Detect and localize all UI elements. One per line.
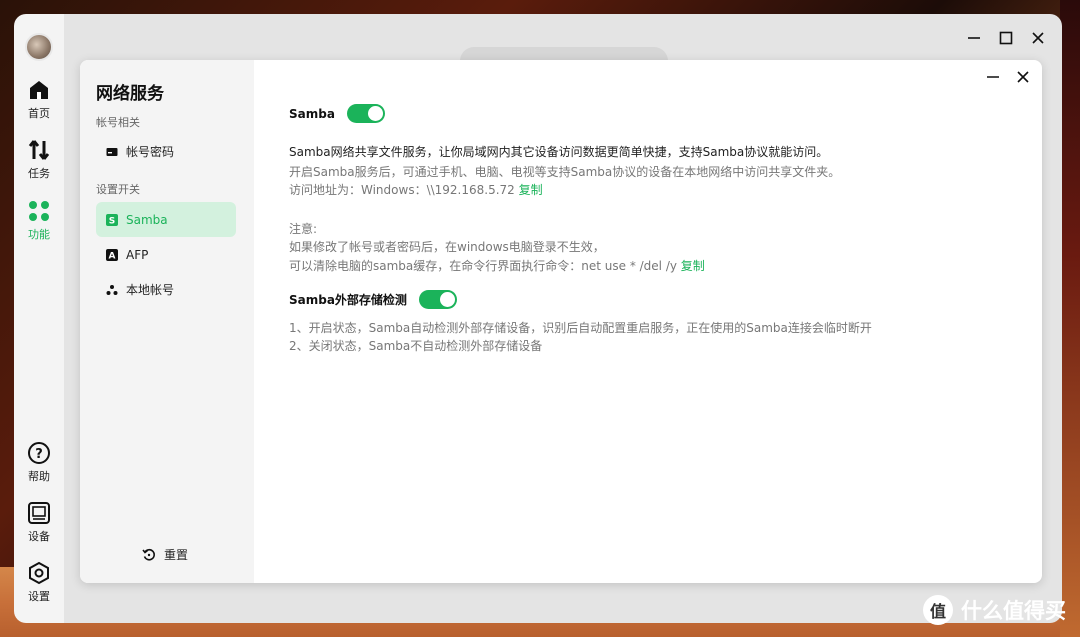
- samba-settings-panel: Samba Samba网络共享文件服务，让你局域网内其它设备访问数据更简单快捷，…: [289, 60, 1042, 583]
- reset-icon: [142, 548, 155, 560]
- access-address-line: 访问地址为：Windows：\\192.168.5.72 复制: [289, 181, 543, 198]
- sidebar-item-afp[interactable]: A AFP: [96, 237, 236, 272]
- watermark-text: 什么值得买: [961, 599, 1066, 623]
- maximize-icon[interactable]: [998, 30, 1014, 46]
- access-address-text: 访问地址为：Windows：\\192.168.5.72: [289, 183, 519, 197]
- avatar[interactable]: [25, 33, 53, 61]
- rail-label: 首页: [28, 107, 50, 120]
- svg-text:?: ?: [35, 447, 43, 462]
- rail-item-device[interactable]: 设备: [14, 501, 64, 544]
- section-label-account: 帐号相关: [96, 116, 140, 129]
- samba-usage-text: 开启Samba服务后，可通过手机、电脑、电视等支持Samba协议的设备在本地网络…: [289, 165, 841, 179]
- rail-label: 帮助: [28, 470, 50, 483]
- rail-label: 任务: [28, 167, 50, 180]
- afp-icon: A: [106, 248, 118, 261]
- users-icon: [106, 284, 118, 295]
- external-storage-note-1: 1、开启状态，Samba自动检测外部存储设备，识别后自动配置重启服务，正在使用的…: [289, 321, 872, 335]
- copy-address-link[interactable]: 复制: [519, 183, 543, 197]
- note-title: 注意:: [289, 222, 318, 236]
- settings-icon: [29, 561, 49, 585]
- card-icon: [106, 147, 118, 156]
- watermark-logo: 值: [923, 595, 953, 625]
- help-icon: ?: [28, 442, 50, 464]
- rail-item-tasks[interactable]: 任务: [14, 138, 64, 181]
- sidebar-item-account-password[interactable]: 帐号密码: [96, 134, 236, 169]
- home-icon: [30, 81, 48, 99]
- rail-label: 设备: [28, 530, 50, 543]
- external-storage-note-2: 2、关闭状态，Samba不自动检测外部存储设备: [289, 339, 543, 353]
- sidebar-item-label: Samba: [126, 212, 168, 227]
- network-service-dialog: 网络服务 帐号相关 帐号密码 设置开关 S Samba A AFP 本地帐号 重…: [80, 60, 1042, 583]
- wallpaper-right: [1060, 0, 1080, 637]
- note-command-text: 可以清除电脑的samba缓存，在命令行界面执行命令：net use * /del…: [289, 259, 681, 273]
- watermark: 值 什么值得买: [923, 595, 1066, 625]
- app-rail: 首页 任务 功能 ? 帮助 设备 设置: [14, 14, 64, 623]
- sidebar-item-samba[interactable]: S Samba: [96, 202, 236, 237]
- sidebar-item-local-account[interactable]: 本地帐号: [96, 272, 236, 307]
- note-line-2: 可以清除电脑的samba缓存，在命令行界面执行命令：net use * /del…: [289, 257, 705, 274]
- rail-item-functions[interactable]: 功能: [14, 199, 64, 242]
- section-label-switches: 设置开关: [96, 183, 140, 196]
- dialog-sidebar: 网络服务 帐号相关 帐号密码 设置开关 S Samba A AFP 本地帐号 重…: [80, 60, 254, 583]
- samba-icon: S: [106, 213, 118, 226]
- transfer-icon: [28, 140, 50, 160]
- reset-button[interactable]: 重置: [142, 546, 188, 563]
- sidebar-item-label: 帐号密码: [126, 145, 175, 159]
- window-controls: [966, 30, 1046, 46]
- svg-text:A: A: [109, 251, 116, 261]
- note-line-1: 如果修改了帐号或者密码后，在windows电脑登录不生效，: [289, 240, 605, 254]
- samba-toggle-row: Samba: [289, 104, 385, 123]
- rail-item-settings[interactable]: 设置: [14, 561, 64, 604]
- rail-label: 功能: [28, 228, 50, 241]
- watermark-logo-glyph: 值: [929, 602, 946, 621]
- samba-title: Samba: [289, 106, 335, 121]
- rail-item-help[interactable]: ? 帮助: [14, 441, 64, 484]
- external-storage-toggle-row: Samba外部存储检测: [289, 290, 457, 309]
- reset-label: 重置: [164, 548, 189, 562]
- apps-grid-icon: [29, 201, 49, 221]
- rail-item-home[interactable]: 首页: [14, 78, 64, 121]
- external-storage-title: Samba外部存储检测: [289, 293, 407, 307]
- sidebar-item-label: 本地帐号: [126, 283, 175, 297]
- rail-label: 设置: [28, 590, 50, 603]
- page-title: 网络服务: [96, 84, 164, 104]
- minimize-icon[interactable]: [966, 30, 982, 46]
- samba-description: Samba网络共享文件服务，让你局域网内其它设备访问数据更简单快捷，支持Samb…: [289, 145, 829, 159]
- sidebar-item-label: AFP: [126, 247, 149, 262]
- device-icon: [28, 502, 50, 524]
- external-storage-toggle[interactable]: [418, 290, 457, 309]
- svg-text:S: S: [109, 216, 115, 226]
- samba-toggle[interactable]: [346, 104, 385, 123]
- close-icon[interactable]: [1030, 30, 1046, 46]
- copy-command-link[interactable]: 复制: [681, 259, 705, 273]
